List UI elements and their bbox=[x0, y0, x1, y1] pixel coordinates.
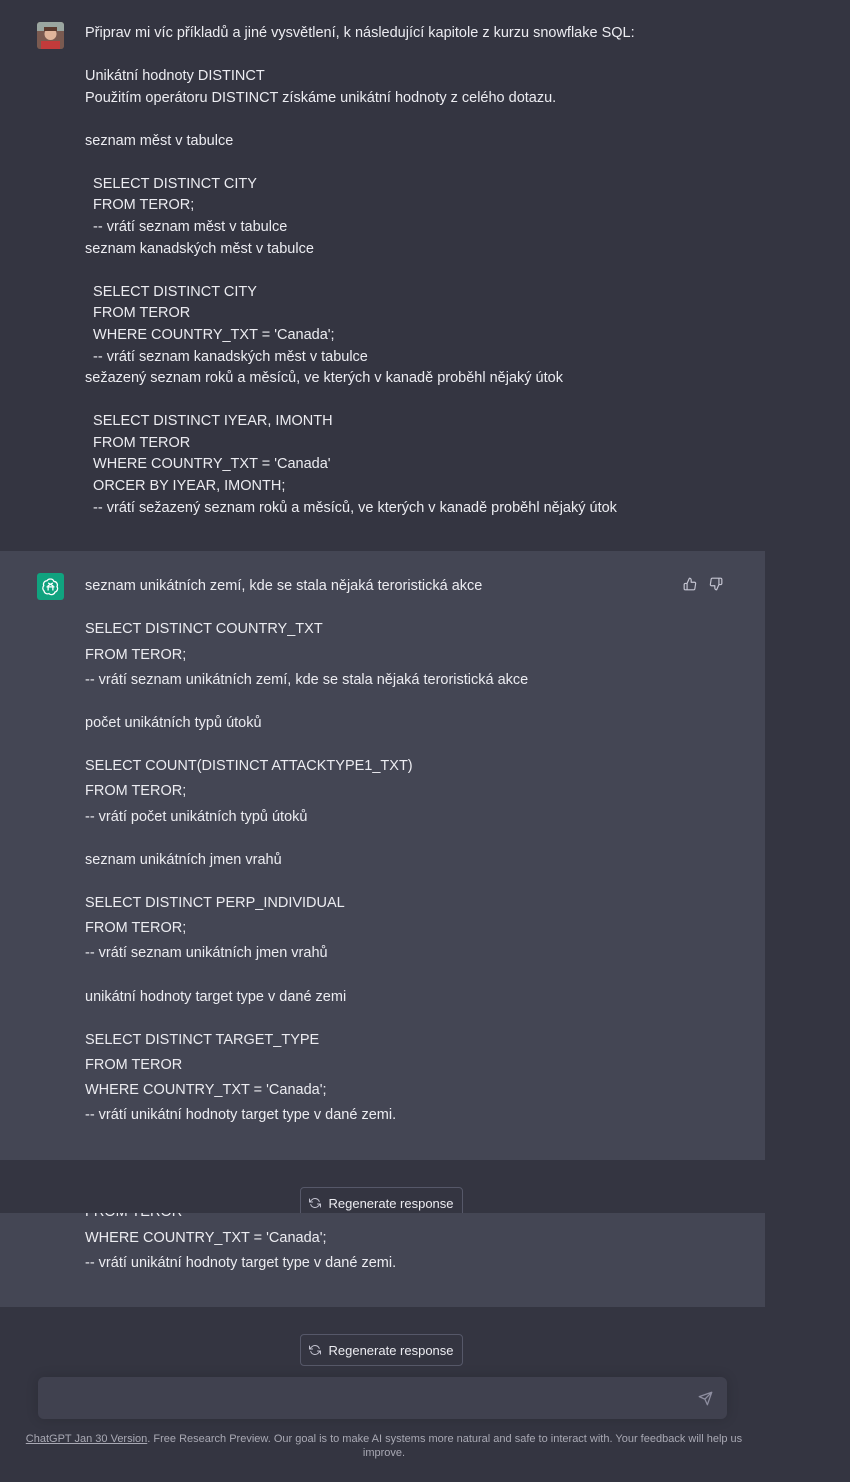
assistant-message-duplicate: FROM TEROR WHERE COUNTRY_TXT = 'Canada'; -… bbox=[0, 1213, 765, 1307]
assistant-message-line: seznam unikátních zemí, kde se stala něj… bbox=[85, 578, 483, 594]
footer-text: . Free Research Preview. Our goal is to … bbox=[147, 1433, 743, 1459]
user-message-line: SELECT DISTINCT CITY bbox=[85, 176, 257, 192]
regenerate-label: Regenerate response bbox=[328, 1195, 454, 1211]
assistant-message-line: -- vrátí počet unikátních typů útoků bbox=[85, 809, 308, 825]
duplicate-message-line: FROM TEROR bbox=[85, 1213, 182, 1221]
assistant-message-line: unikátní hodnoty target type v dané zemi bbox=[85, 989, 347, 1005]
user-message-line: SELECT DISTINCT IYEAR, IMONTH bbox=[85, 413, 333, 429]
user-message-line: FROM TEROR bbox=[85, 435, 191, 451]
send-icon[interactable] bbox=[696, 1389, 714, 1407]
assistant-message-line: FROM TEROR; bbox=[85, 783, 187, 799]
user-message-line: Použitím operátoru DISTINCT získáme unik… bbox=[85, 90, 557, 106]
user-message-line: Připrav mi víc příkladů a jiné vysvětlen… bbox=[85, 25, 635, 41]
refresh-icon bbox=[309, 1197, 322, 1209]
assistant-message-line: -- vrátí seznam unikátních zemí, kde se … bbox=[85, 672, 529, 688]
message-input[interactable] bbox=[38, 1377, 727, 1419]
assistant-message-line: SELECT DISTINCT TARGET_TYPE bbox=[85, 1032, 320, 1048]
user-message-line: -- vrátí seznam měst v tabulce bbox=[85, 219, 288, 235]
thumbs-down-icon[interactable] bbox=[707, 575, 725, 593]
refresh-icon bbox=[309, 1344, 322, 1356]
user-message-line: WHERE COUNTRY_TXT = 'Canada' bbox=[85, 456, 331, 472]
user-message-line: SELECT DISTINCT CITY bbox=[85, 284, 257, 300]
assistant-message-line: SELECT DISTINCT COUNTRY_TXT bbox=[85, 621, 323, 637]
openai-logo-icon bbox=[37, 573, 64, 600]
assistant-message-line: FROM TEROR; bbox=[85, 647, 187, 663]
user-message-line: seznam kanadských měst v tabulce bbox=[85, 241, 314, 257]
user-message-line: WHERE COUNTRY_TXT = 'Canada'; bbox=[85, 327, 335, 343]
assistant-message-line: SELECT COUNT(DISTINCT ATTACKTYPE1_TXT) bbox=[85, 758, 413, 774]
user-message-line: -- vrátí sežazený seznam roků a měsíců, … bbox=[85, 500, 617, 516]
thumbs-up-icon[interactable] bbox=[681, 575, 699, 593]
user-message-line: FROM TEROR; bbox=[85, 197, 195, 213]
user-message-line: -- vrátí seznam kanadských měst v tabulc… bbox=[85, 349, 368, 365]
duplicate-message-line: -- vrátí unikátní hodnoty target type v … bbox=[85, 1255, 397, 1271]
assistant-message-line: SELECT DISTINCT PERP_INDIVIDUAL bbox=[85, 895, 345, 911]
user-avatar bbox=[37, 22, 64, 49]
assistant-message-line: WHERE COUNTRY_TXT = 'Canada'; bbox=[85, 1082, 327, 1098]
user-message-line: Unikátní hodnoty DISTINCT bbox=[85, 68, 265, 84]
duplicate-message-line: WHERE COUNTRY_TXT = 'Canada'; bbox=[85, 1230, 327, 1246]
assistant-message-line: -- vrátí seznam unikátních jmen vrahů bbox=[85, 945, 328, 961]
version-link[interactable]: ChatGPT Jan 30 Version bbox=[26, 1433, 147, 1445]
regenerate-button-bottom[interactable]: Regenerate response bbox=[300, 1334, 463, 1366]
assistant-message-line: počet unikátních typů útoků bbox=[85, 715, 262, 731]
right-gutter bbox=[765, 0, 850, 1482]
user-message-line: sežazený seznam roků a měsíců, ve kterýc… bbox=[85, 370, 563, 386]
assistant-message-line: seznam unikátních jmen vrahů bbox=[85, 852, 282, 868]
regenerate-label: Regenerate response bbox=[328, 1342, 454, 1358]
user-message-line: ORCER BY IYEAR, IMONTH; bbox=[85, 478, 286, 494]
assistant-message-line: FROM TEROR; bbox=[85, 920, 187, 936]
user-message-line: FROM TEROR bbox=[85, 305, 191, 321]
footer-disclaimer: ChatGPT Jan 30 Version. Free Research Pr… bbox=[18, 1432, 750, 1460]
assistant-message-line: -- vrátí unikátní hodnoty target type v … bbox=[85, 1107, 397, 1123]
assistant-message-line: FROM TEROR bbox=[85, 1057, 183, 1073]
user-message-line: seznam měst v tabulce bbox=[85, 133, 234, 149]
